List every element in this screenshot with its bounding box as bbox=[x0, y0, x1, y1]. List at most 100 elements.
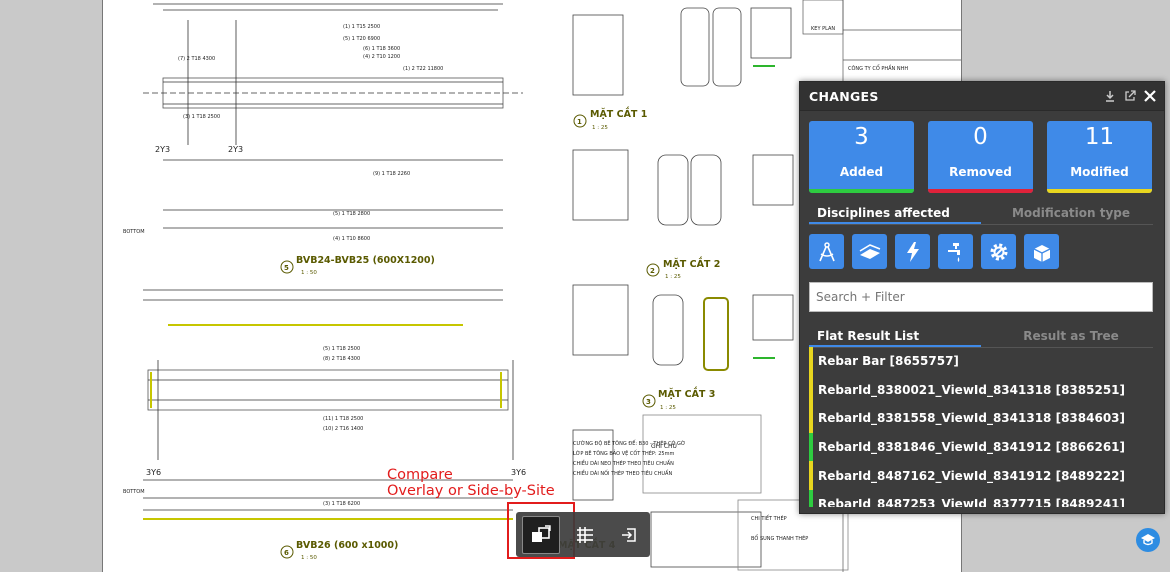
svg-text:CHIỀU DÀI NEO THÉP THEO TIÊU C: CHIỀU DÀI NEO THÉP THEO TIÊU CHUẨN bbox=[573, 459, 674, 467]
stat-modified-label: Modified bbox=[1070, 165, 1129, 179]
discipline-mechanical-button[interactable] bbox=[981, 234, 1016, 269]
discipline-other-button[interactable] bbox=[1024, 234, 1059, 269]
svg-text:CHIỀU DÀI NỐI THÉP THEO TIÊU C: CHIỀU DÀI NỐI THÉP THEO TIÊU CHUẨN bbox=[573, 469, 672, 477]
learning-icon bbox=[1141, 534, 1155, 546]
compare-toolbar bbox=[516, 512, 650, 557]
result-list: Rebar Bar [8655757] RebarId_8380021_View… bbox=[809, 347, 1153, 507]
result-row[interactable]: RebarId_8487162_ViewId_8341912 [8489222] bbox=[809, 461, 1153, 490]
result-row[interactable]: RebarId_8380021_ViewId_8341318 [8385251] bbox=[809, 375, 1153, 405]
svg-text:BỔ SUNG THANH THÉP: BỔ SUNG THANH THÉP bbox=[751, 534, 808, 542]
svg-text:(9) 1 T18 2260: (9) 1 T18 2260 bbox=[373, 171, 410, 177]
exit-icon bbox=[622, 527, 636, 542]
panel-header: CHANGES bbox=[800, 82, 1164, 111]
electrical-icon bbox=[906, 241, 919, 262]
result-row[interactable]: RebarId_8381846_ViewId_8341912 [8866261] bbox=[809, 432, 1153, 462]
stat-added-bar bbox=[809, 189, 914, 193]
svg-text:CHI TIẾT THÉP: CHI TIẾT THÉP bbox=[751, 514, 787, 522]
svg-text:BVB24-BVB25 (600X1200): BVB24-BVB25 (600X1200) bbox=[296, 255, 435, 266]
tab-disciplines-affected[interactable]: Disciplines affected bbox=[809, 203, 981, 224]
svg-text:(8) 2 T18 4300: (8) 2 T18 4300 bbox=[323, 356, 360, 362]
change-stats: 3 Added 0 Removed 11 Modified bbox=[809, 121, 1152, 193]
svg-text:1 : 50: 1 : 50 bbox=[301, 270, 317, 276]
popout-button[interactable] bbox=[1120, 86, 1140, 106]
svg-text:KEY PLAN: KEY PLAN bbox=[811, 26, 835, 32]
svg-text:BOTTOM: BOTTOM bbox=[123, 229, 145, 235]
svg-text:MẶT CẮT 2: MẶT CẮT 2 bbox=[663, 257, 720, 270]
svg-text:3Y6: 3Y6 bbox=[146, 468, 161, 477]
svg-text:(4) 1 T10 8600: (4) 1 T10 8600 bbox=[333, 236, 370, 242]
result-label: RebarId_8487253_ViewId_8377715 [8489241] bbox=[818, 497, 1125, 507]
download-icon bbox=[1106, 91, 1114, 102]
architecture-icon bbox=[818, 241, 835, 261]
svg-text:BOTTOM: BOTTOM bbox=[123, 489, 145, 495]
svg-text:(4) 2 T10 1200: (4) 2 T10 1200 bbox=[363, 54, 400, 60]
discipline-architecture-button[interactable] bbox=[809, 234, 844, 269]
discipline-tabs: Disciplines affected Modification type bbox=[809, 203, 1153, 225]
help-button[interactable] bbox=[1136, 528, 1160, 552]
search-filter-input[interactable] bbox=[809, 282, 1153, 312]
result-row[interactable]: RebarId_8487253_ViewId_8377715 [8489241] bbox=[809, 489, 1153, 507]
tab-result-as-tree[interactable]: Result as Tree bbox=[981, 326, 1153, 347]
svg-text:2: 2 bbox=[650, 267, 655, 275]
svg-text:MẶT CẮT 1: MẶT CẮT 1 bbox=[590, 107, 647, 120]
download-button[interactable] bbox=[1100, 86, 1120, 106]
other-icon bbox=[1033, 244, 1050, 262]
discipline-buttons bbox=[809, 234, 1059, 269]
stat-removed-label: Removed bbox=[949, 165, 1012, 179]
compare-overlay-button[interactable] bbox=[522, 515, 560, 554]
panel-scrollbar[interactable] bbox=[1158, 112, 1163, 512]
svg-text:2Y3: 2Y3 bbox=[155, 145, 170, 154]
close-button[interactable] bbox=[1140, 86, 1160, 106]
result-tabs: Flat Result List Result as Tree bbox=[809, 326, 1153, 348]
tab-flat-result-list[interactable]: Flat Result List bbox=[809, 326, 981, 347]
list-icon bbox=[577, 526, 593, 543]
svg-text:1 : 25: 1 : 25 bbox=[592, 125, 608, 131]
stat-modified[interactable]: 11 Modified bbox=[1047, 121, 1152, 193]
result-row[interactable]: RebarId_8381558_ViewId_8341318 [8384603] bbox=[809, 404, 1153, 433]
svg-text:1 : 50: 1 : 50 bbox=[301, 555, 317, 561]
compare-callout: Compare Overlay or Side-by-Site bbox=[387, 467, 555, 499]
svg-text:(10) 2 T16 1400: (10) 2 T16 1400 bbox=[323, 426, 363, 432]
svg-text:2Y3: 2Y3 bbox=[228, 145, 243, 154]
svg-text:(1) 2 T22 11800: (1) 2 T22 11800 bbox=[403, 66, 443, 72]
svg-text:BVB26 (600 x1000): BVB26 (600 x1000) bbox=[296, 540, 398, 551]
callout-line-2: Overlay or Side-by-Site bbox=[387, 483, 555, 499]
svg-text:(5) 1 T18 2500: (5) 1 T18 2500 bbox=[323, 346, 360, 352]
result-label: RebarId_8487162_ViewId_8341912 [8489222] bbox=[818, 468, 1125, 483]
discipline-electrical-button[interactable] bbox=[895, 234, 930, 269]
svg-text:(5) 1 T18 2800: (5) 1 T18 2800 bbox=[333, 211, 370, 217]
structural-icon bbox=[859, 243, 880, 259]
mechanical-icon bbox=[990, 243, 1007, 260]
popout-icon bbox=[1125, 90, 1136, 101]
result-row[interactable]: Rebar Bar [8655757] bbox=[809, 347, 1153, 376]
svg-text:GHI CHÚ: GHI CHÚ bbox=[651, 443, 677, 450]
compare-overlay-icon bbox=[532, 524, 551, 542]
discipline-structural-button[interactable] bbox=[852, 234, 887, 269]
stat-added[interactable]: 3 Added bbox=[809, 121, 914, 193]
stat-modified-bar bbox=[1047, 189, 1152, 193]
svg-text:(5) 1 T20 6900: (5) 1 T20 6900 bbox=[343, 36, 380, 42]
list-button[interactable] bbox=[566, 516, 604, 554]
svg-text:(1) 1 T15 2500: (1) 1 T15 2500 bbox=[343, 24, 380, 30]
stat-added-value: 3 bbox=[854, 124, 869, 150]
svg-text:1 : 25: 1 : 25 bbox=[665, 274, 681, 280]
result-label: RebarId_8381846_ViewId_8341912 [8866261] bbox=[818, 440, 1125, 455]
discipline-plumbing-button[interactable] bbox=[938, 234, 973, 269]
panel-title: CHANGES bbox=[809, 88, 879, 104]
svg-text:(7) 2 T18 4300: (7) 2 T18 4300 bbox=[178, 56, 215, 62]
result-label: Rebar Bar [8655757] bbox=[818, 354, 959, 369]
svg-text:(11) 1 T18 2500: (11) 1 T18 2500 bbox=[323, 416, 363, 422]
svg-text:1: 1 bbox=[577, 118, 582, 126]
svg-text:(3) 1 T18 6200: (3) 1 T18 6200 bbox=[323, 501, 360, 507]
plumbing-icon bbox=[947, 242, 960, 262]
stat-added-label: Added bbox=[839, 165, 884, 179]
svg-text:LỚP BÊ TÔNG BẢO VỆ CỐT THÉP: 2: LỚP BÊ TÔNG BẢO VỆ CỐT THÉP: 25mm bbox=[573, 449, 674, 457]
svg-text:MẶT CẮT 3: MẶT CẮT 3 bbox=[658, 387, 715, 400]
svg-text:(6) 1 T18 3600: (6) 1 T18 3600 bbox=[363, 46, 400, 52]
svg-text:5: 5 bbox=[284, 264, 289, 272]
stat-removed[interactable]: 0 Removed bbox=[928, 121, 1033, 193]
tab-modification-type[interactable]: Modification type bbox=[981, 203, 1153, 224]
svg-text:3: 3 bbox=[646, 398, 651, 406]
exit-compare-button[interactable] bbox=[610, 516, 648, 554]
result-label: RebarId_8380021_ViewId_8341318 [8385251] bbox=[818, 382, 1125, 397]
